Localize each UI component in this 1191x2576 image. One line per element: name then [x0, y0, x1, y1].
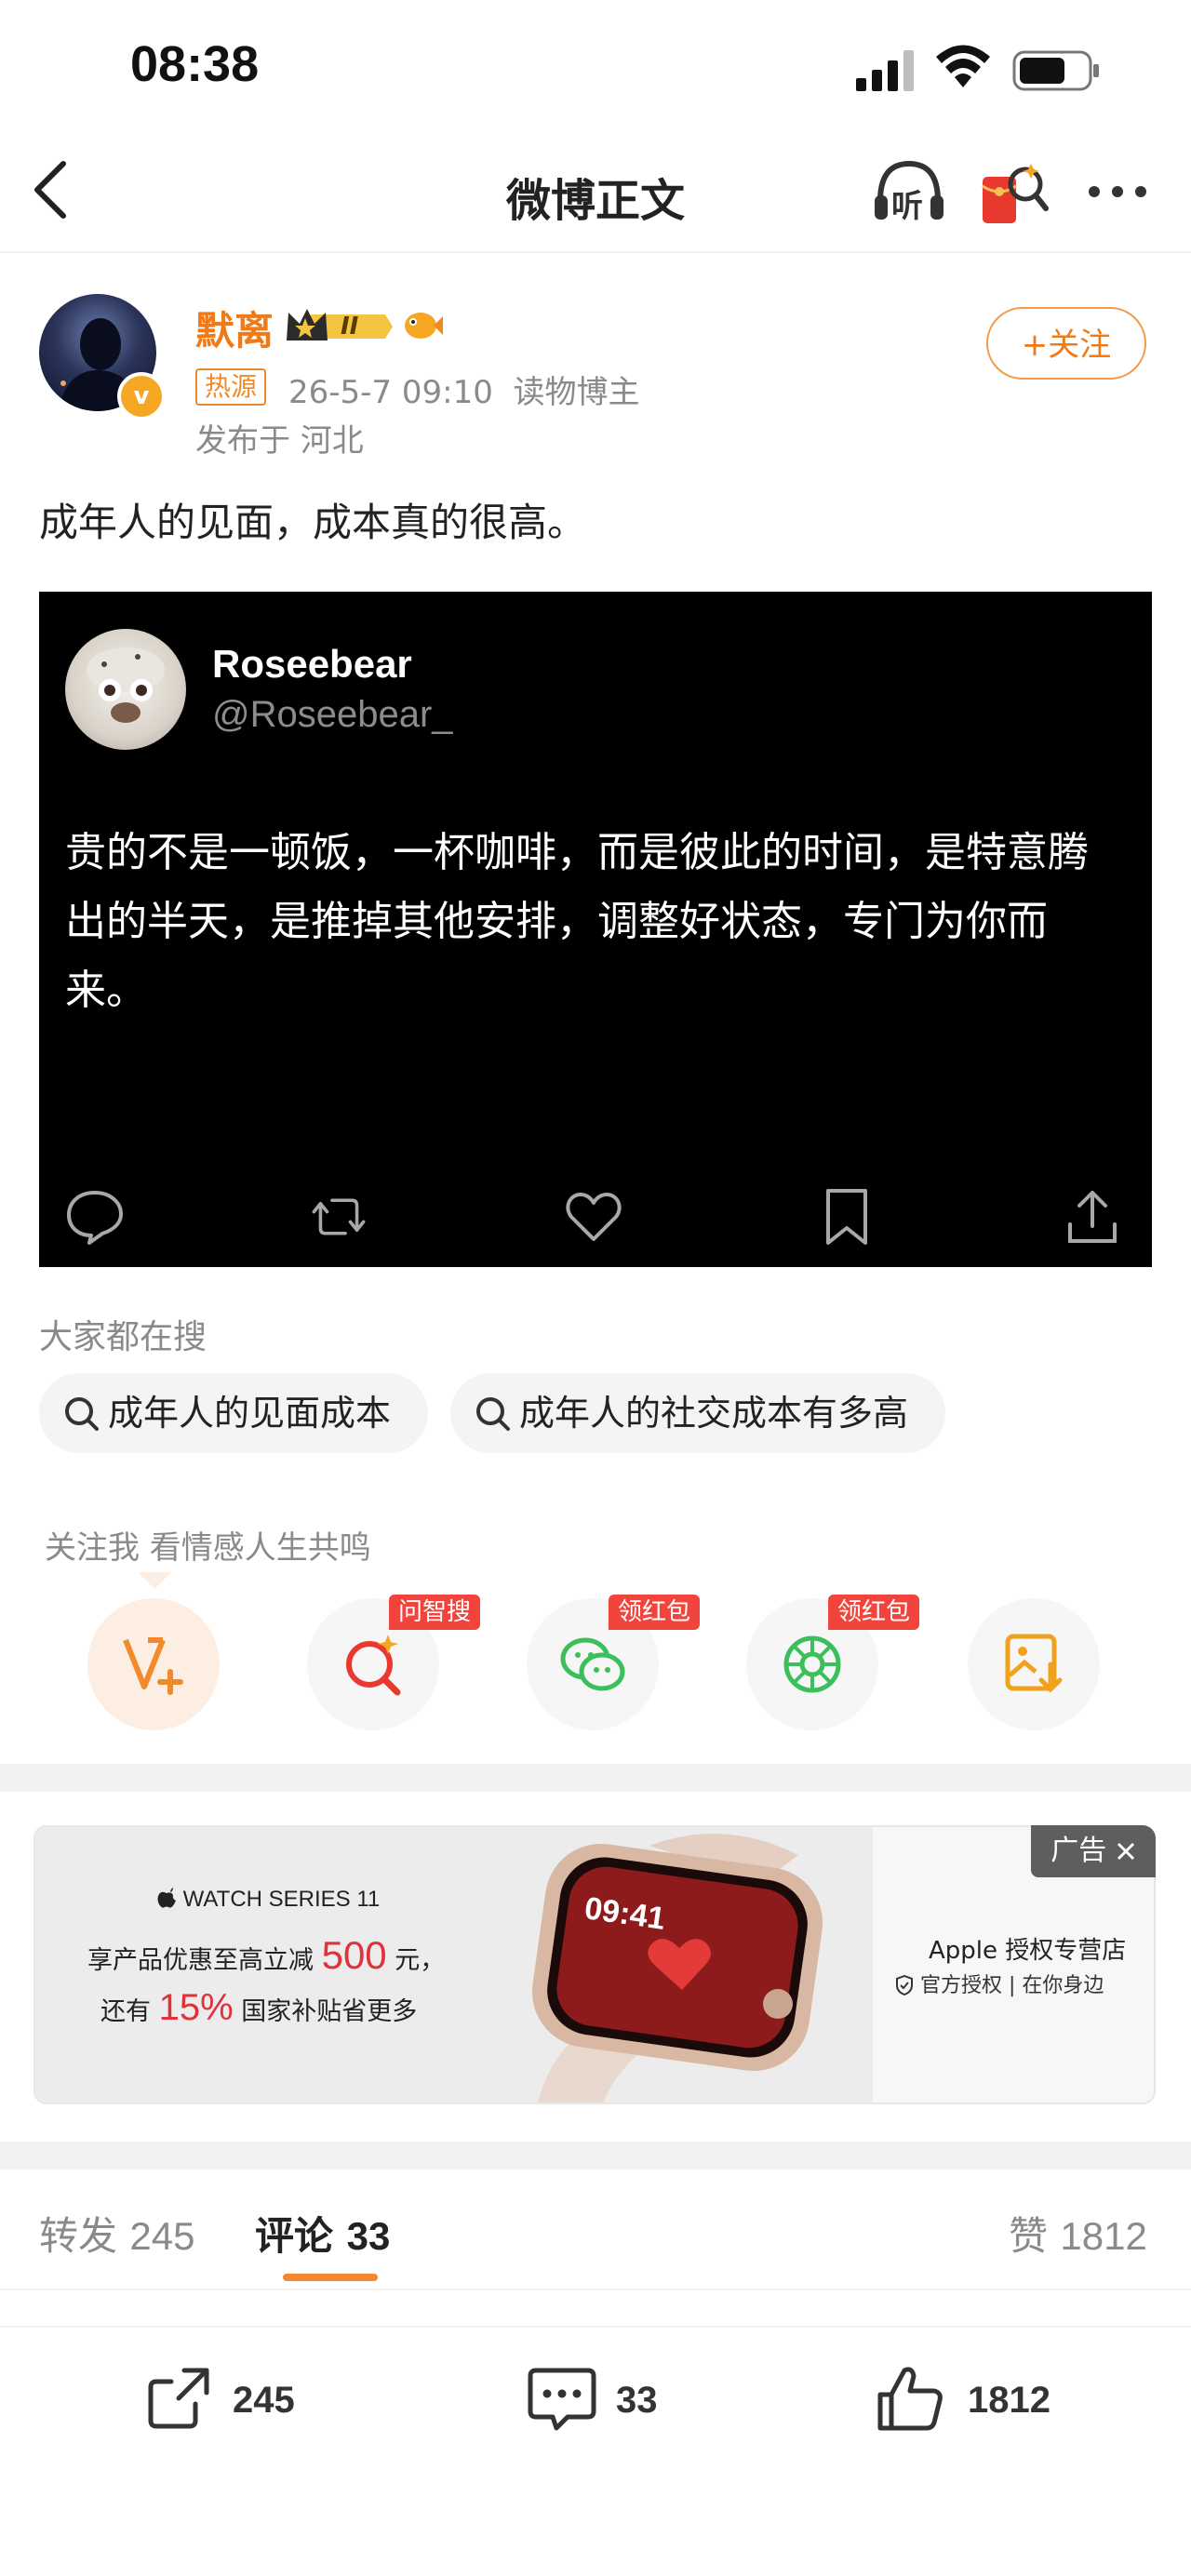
apple-watch-image [531, 1834, 823, 2102]
author-name[interactable]: 默离 [195, 300, 274, 356]
moments-red-packet-badge: 领红包 [828, 1595, 920, 1630]
section-divider [0, 1764, 1191, 1792]
ad-close-button[interactable]: 广告 [1031, 1825, 1156, 1877]
ad-line-1-suffix: 元， [395, 1946, 446, 1975]
more-icon[interactable] [1087, 184, 1148, 199]
follow-tip: 关注我 看情感人生共鸣 [45, 1529, 371, 1567]
listen-button[interactable]: 听 [871, 158, 947, 225]
tab-like-label: 赞 [1009, 2213, 1049, 2259]
wechat-red-packet-badge: 领红包 [609, 1595, 701, 1630]
comment-icon [528, 2368, 596, 2431]
ad-brand: WATCH SERIES 11 [156, 1887, 380, 1913]
search-icon [65, 1397, 99, 1431]
like-button[interactable]: 1812 [875, 2359, 1098, 2443]
listen-label: 听 [891, 188, 923, 225]
tab-like[interactable]: 赞 1812 [1009, 2205, 1147, 2262]
save-image-button[interactable] [968, 1598, 1100, 1730]
member-level-text: II [341, 313, 359, 340]
close-icon [1117, 1842, 1134, 1861]
post-location: 发布于 河北 [195, 422, 364, 460]
vip-plus-icon [123, 1637, 183, 1695]
save-image-icon [1005, 1634, 1063, 1693]
bear-avatar-image [87, 647, 165, 723]
ai-search-icon [346, 1635, 401, 1696]
red-packet-ai-icon[interactable] [979, 158, 1050, 229]
tip-pointer [138, 1572, 171, 1589]
ad-line-2-suffix: 国家补贴省更多 [241, 1997, 418, 2026]
battery-icon [1012, 50, 1099, 91]
thumbs-up-icon [877, 2367, 943, 2431]
comment-button[interactable]: 33 [527, 2359, 713, 2443]
follow-button[interactable]: +关注 [986, 307, 1146, 380]
status-time: 08:38 [130, 36, 260, 92]
bottom-bar-divider [0, 2326, 1191, 2328]
moments-icon [783, 1635, 841, 1693]
tab-like-count: 1812 [1060, 2214, 1147, 2258]
wechat-icon [560, 1637, 625, 1691]
apple-logo-icon [157, 1888, 176, 1908]
card-reply-icon [67, 1191, 123, 1245]
ad-tag-label: 广告 [1050, 1835, 1107, 1867]
ad-line-2-prefix: 还有 [100, 1997, 151, 2026]
post-meta: 26-5-7 09:10 读物博主 [288, 374, 640, 411]
tab-comment-label: 评论 [255, 2213, 334, 2259]
ad-line-2: 还有 15% 国家补贴省更多 [100, 1987, 417, 2029]
signal-icon [856, 50, 914, 91]
trending-search-heading: 大家都在搜 [39, 1318, 207, 1356]
ad-subsidy-value: 15% [158, 1987, 234, 2028]
fish-icon [405, 313, 443, 339]
ad-line-1: 享产品优惠至高立减 500 元， [87, 1933, 445, 1978]
card-author-handle: @Roseebear_ [212, 694, 453, 735]
repost-count: 245 [233, 2380, 295, 2421]
card-like-icon [566, 1193, 622, 1241]
card-author-name: Roseebear [212, 642, 412, 686]
hot-source-tag: 热源 [195, 368, 267, 406]
crown-icon [287, 309, 393, 340]
ad-line-1-prefix: 享产品优惠至高立减 [87, 1946, 314, 1975]
search-icon [476, 1397, 510, 1431]
ad-discount-value: 500 [321, 1933, 387, 1977]
tab-comment[interactable]: 评论 33 [255, 2205, 390, 2262]
tab-comment-count: 33 [346, 2214, 391, 2258]
vip-plus-button[interactable] [87, 1598, 220, 1730]
tab-repost-count: 245 [129, 2214, 195, 2258]
like-count: 1812 [968, 2380, 1050, 2421]
tab-repost[interactable]: 转发 245 [39, 2205, 194, 2262]
comment-count: 33 [616, 2380, 658, 2421]
card-retweet-icon [312, 1198, 366, 1235]
search-chip[interactable]: 成年人的见面成本 [39, 1373, 428, 1453]
ad-watch-image: 09:41 [482, 1827, 873, 2102]
card-text: 贵的不是一顿饭，一杯咖啡，而是彼此的时间，是特意腾出的半天，是推掉其他安排，调整… [65, 829, 1089, 1014]
card-avatar [65, 629, 186, 750]
wifi-icon [936, 45, 990, 87]
nav-divider [0, 251, 1191, 253]
verified-badge: v [117, 372, 166, 420]
ad-brand-text: WATCH SERIES 11 [182, 1887, 381, 1912]
repost-button[interactable]: 245 [143, 2359, 367, 2443]
ad-store-tags-text: 官方授权 | 在你身边 [920, 1974, 1104, 1997]
card-bookmark-icon [826, 1189, 867, 1245]
search-chip-label: 成年人的见面成本 [108, 1393, 392, 1434]
ad-banner[interactable]: WATCH SERIES 11 享产品优惠至高立减 500 元， 还有 15% … [33, 1825, 1156, 2104]
search-chip[interactable]: 成年人的社交成本有多高 [450, 1373, 945, 1453]
shield-check-icon [896, 1974, 913, 1996]
repost-icon [148, 2368, 209, 2429]
card-share-icon [1068, 1191, 1117, 1243]
ad-store-name: Apple 授权专营店 [929, 1937, 1127, 1965]
member-level-badge[interactable]: II [285, 305, 393, 348]
tab-repost-label: 转发 [39, 2213, 118, 2259]
section-divider [0, 2142, 1191, 2169]
active-tab-indicator [283, 2274, 378, 2281]
tab-bottom-divider [0, 2289, 1191, 2290]
ad-store-tags: 官方授权 | 在你身边 [895, 1969, 1104, 1998]
post-text: 成年人的见面，成本真的很高。 [39, 500, 587, 545]
ai-search-badge: 问智搜 [389, 1595, 481, 1630]
search-chip-label: 成年人的社交成本有多高 [519, 1393, 909, 1434]
